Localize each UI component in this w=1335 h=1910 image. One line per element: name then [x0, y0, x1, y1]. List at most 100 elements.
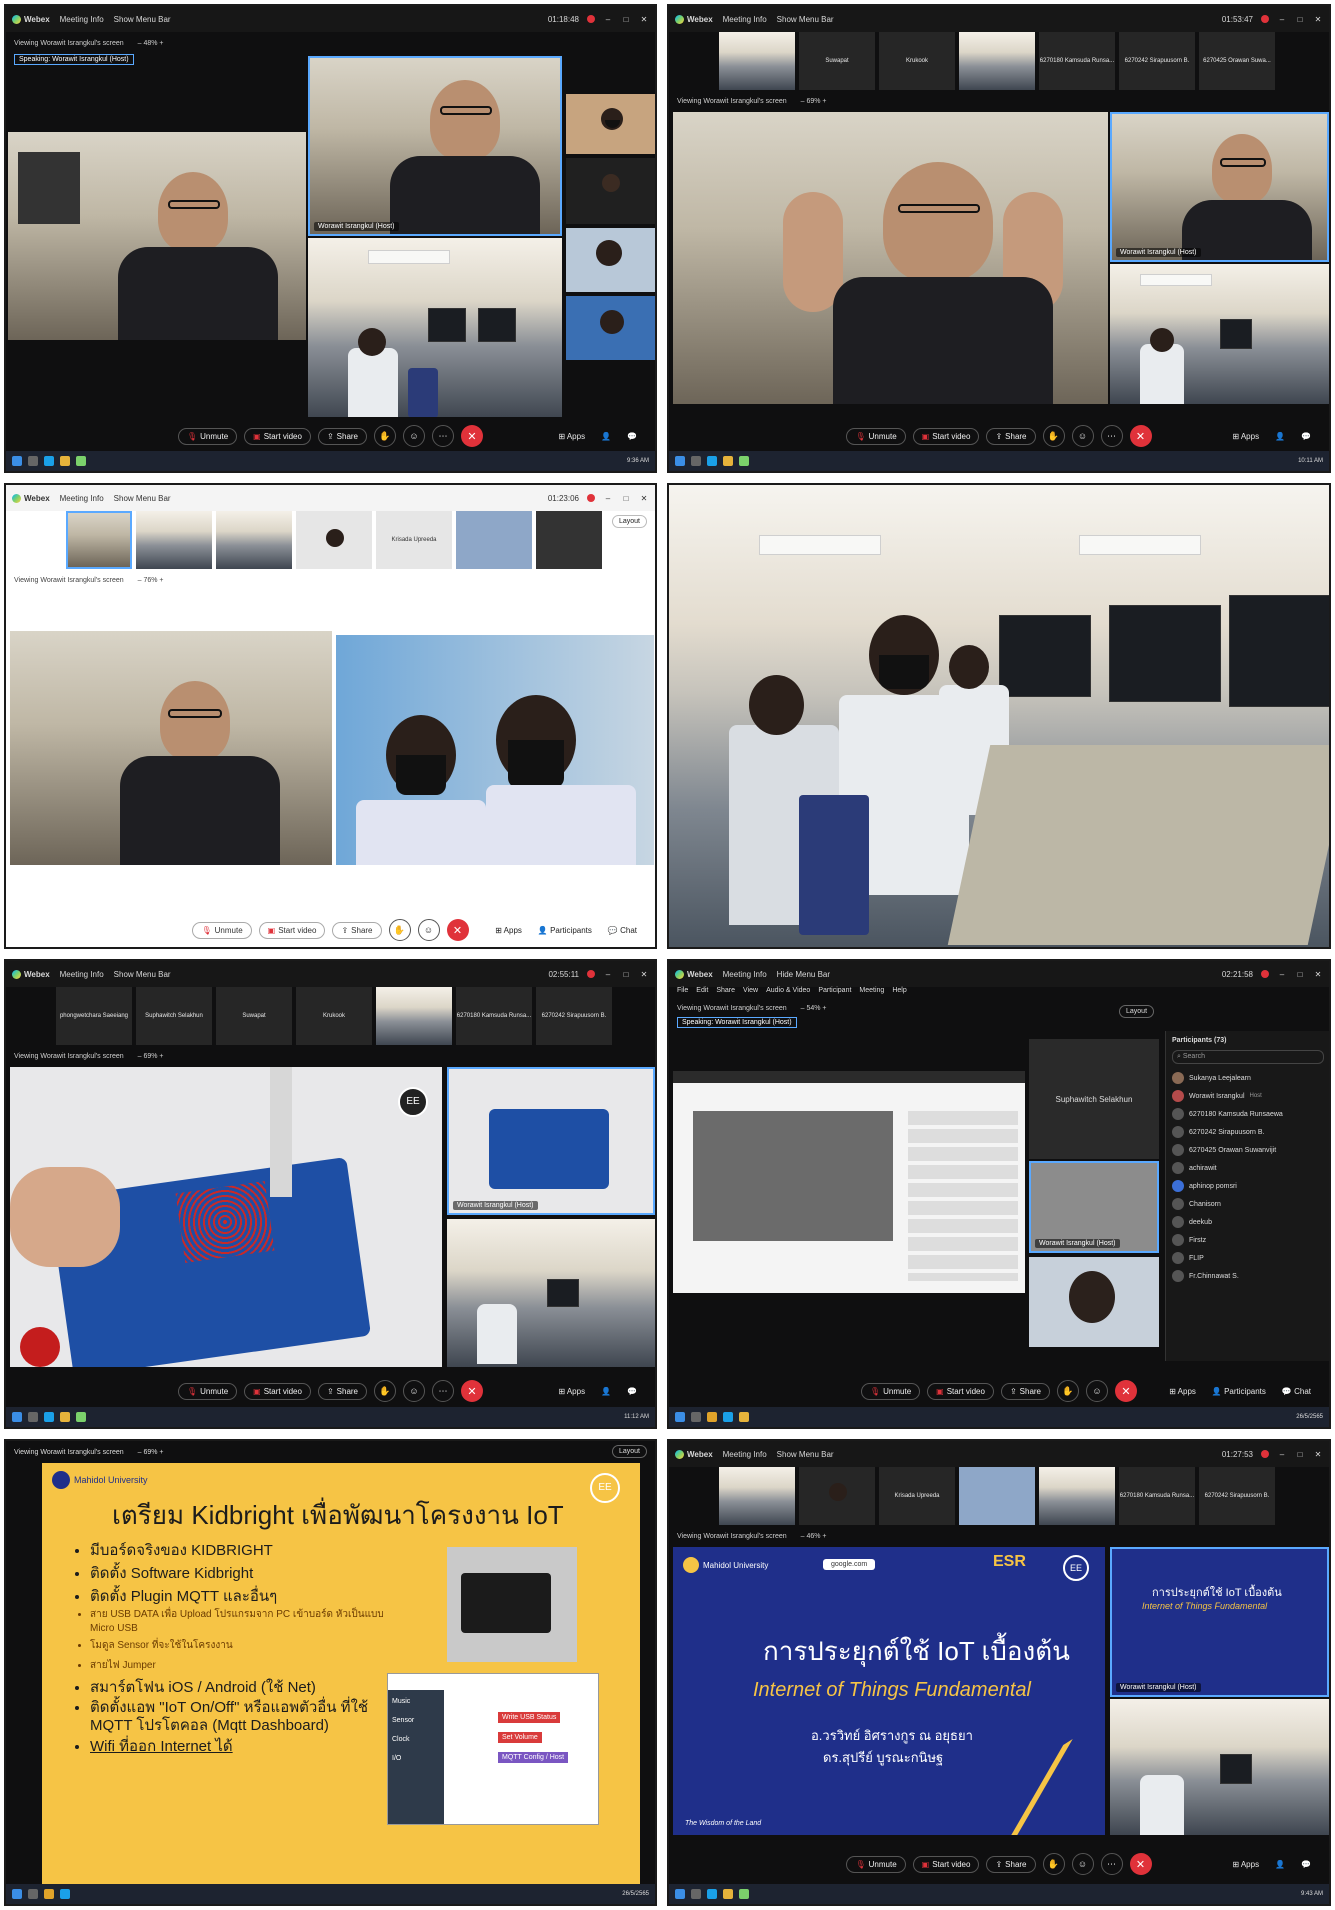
search-icon[interactable] [28, 456, 38, 466]
maximize-icon[interactable]: □ [621, 15, 631, 24]
search-icon[interactable] [28, 1889, 38, 1899]
chat-icon[interactable]: 💬 [627, 1387, 637, 1396]
participant-tile[interactable] [566, 228, 655, 292]
participant-strip-tile[interactable]: Suphawitch Selakhun [136, 987, 212, 1045]
apps-button[interactable]: ⊞ Apps [558, 1387, 585, 1396]
participant-strip-tile[interactable]: Krisada Upreeda [879, 1467, 955, 1525]
minimize-icon[interactable]: – [603, 15, 613, 24]
zoom-control[interactable]: – 69% + [138, 1053, 164, 1060]
windows-start-icon[interactable] [675, 1412, 685, 1422]
folder-icon[interactable] [723, 1889, 733, 1899]
participant-strip-tile[interactable] [376, 987, 452, 1045]
end-call-button[interactable]: ✕ [461, 425, 484, 447]
close-icon[interactable]: ✕ [639, 494, 649, 503]
participant-strip-tile[interactable]: Suwapat [216, 987, 292, 1045]
search-icon[interactable] [28, 1412, 38, 1422]
edge-icon[interactable] [723, 1412, 733, 1422]
meeting-info-button[interactable]: Meeting Info [60, 15, 104, 24]
minimize-icon[interactable]: – [1277, 1450, 1287, 1459]
apps-button[interactable]: ⊞ Apps [1232, 432, 1259, 441]
browser-share-pill[interactable]: google.com [823, 1559, 876, 1570]
webex-taskbar-icon[interactable] [76, 456, 86, 466]
kb-volume-block[interactable]: Set Volume [498, 1732, 542, 1743]
close-icon[interactable]: ✕ [1313, 970, 1323, 979]
start-video-button[interactable]: ▣ Start video [912, 1855, 980, 1873]
edge-icon[interactable] [707, 456, 717, 466]
participants-search[interactable]: ⌕ Search [1172, 1050, 1324, 1064]
start-video-button[interactable]: ▣ Start video [912, 427, 980, 445]
webex-taskbar-icon[interactable] [739, 1889, 749, 1899]
share-button[interactable]: ⇪ Share [986, 1855, 1036, 1873]
search-icon[interactable] [691, 1889, 701, 1899]
participant-strip-tile[interactable]: phongwetchara Saeeiang [56, 987, 132, 1045]
classroom-video-tile[interactable] [447, 1219, 655, 1367]
zoom-control[interactable]: – 48% + [138, 40, 164, 47]
participants-button[interactable]: 👤 Participants [1212, 1387, 1266, 1396]
classroom-video-tile[interactable] [1110, 264, 1329, 404]
unmute-button[interactable]: 🎙 Unmute [860, 1382, 921, 1400]
edge-icon[interactable] [44, 1412, 54, 1422]
chrome-icon[interactable] [44, 1889, 54, 1899]
apps-button[interactable]: ⊞ Apps [558, 432, 585, 441]
participant-row[interactable]: deekub [1172, 1216, 1324, 1228]
share-button[interactable]: ⇪ Share [986, 427, 1036, 445]
participant-strip-tile[interactable] [456, 511, 532, 569]
unmute-button[interactable]: 🎙 Unmute [192, 921, 252, 939]
participant-strip-tile[interactable]: 6270425 Orawan Suwa... [1199, 32, 1275, 90]
share-button[interactable]: ⇪ Share [317, 427, 368, 445]
chat-icon[interactable]: 💬 [1301, 1860, 1311, 1869]
participant-strip-tile[interactable] [959, 32, 1035, 90]
chat-icon[interactable]: 💬 [1301, 432, 1311, 441]
reactions-icon[interactable]: ☺ [417, 919, 440, 941]
classroom-video-tile[interactable] [308, 238, 562, 418]
participant-row[interactable]: 6270180 Kamsuda Runsaewa [1172, 1108, 1324, 1120]
start-video-button[interactable]: ▣ Start video [244, 1382, 311, 1400]
participant-strip-tile[interactable] [536, 511, 602, 569]
minimize-icon[interactable]: – [603, 970, 613, 979]
reactions-icon[interactable]: ☺ [403, 1380, 426, 1402]
close-icon[interactable]: ✕ [1313, 15, 1323, 24]
participant-strip-tile[interactable]: 6270242 Sirapuusorn B. [536, 987, 612, 1045]
unmute-button[interactable]: 🎙 Unmute [177, 427, 238, 445]
reactions-icon[interactable]: ☺ [1086, 1380, 1109, 1402]
end-call-button[interactable]: ✕ [1129, 1853, 1152, 1875]
share-button[interactable]: ⇪ Share [1000, 1382, 1051, 1400]
kb-menu-io[interactable]: I/O [392, 1755, 444, 1762]
show-menu-bar-button[interactable]: Show Menu Bar [777, 1450, 834, 1459]
windows-start-icon[interactable] [675, 1889, 685, 1899]
minimize-icon[interactable]: – [603, 494, 613, 503]
participant-row[interactable]: Worawit Israngkul Host [1172, 1090, 1324, 1102]
start-video-button[interactable]: ▣ Start video [244, 427, 311, 445]
chrome-icon[interactable] [707, 1412, 717, 1422]
maximize-icon[interactable]: □ [1295, 970, 1305, 979]
folder-icon[interactable] [739, 1412, 749, 1422]
participant-row[interactable]: achirawit [1172, 1162, 1324, 1174]
hide-menu-bar-button[interactable]: Hide Menu Bar [777, 970, 830, 979]
participant-strip-tile[interactable]: Krukook [879, 32, 955, 90]
maximize-icon[interactable]: □ [1295, 1450, 1305, 1459]
participant-strip-tile[interactable]: 6270180 Kamsuda Runsa... [1119, 1467, 1195, 1525]
maximize-icon[interactable]: □ [621, 970, 631, 979]
menu-item-meeting[interactable]: Meeting [859, 987, 884, 994]
participant-strip-tile[interactable] [719, 1467, 795, 1525]
participant-row[interactable]: 6270425 Orawan Suwanvijit [1172, 1144, 1324, 1156]
participant-row[interactable]: Sukanya Leejalearn [1172, 1072, 1324, 1084]
participant-strip-tile[interactable] [959, 1467, 1035, 1525]
more-icon[interactable]: ⋯ [1100, 425, 1123, 447]
classroom-video-tile[interactable] [1110, 1699, 1329, 1835]
minimize-icon[interactable]: – [1277, 15, 1287, 24]
meeting-info-button[interactable]: Meeting Info [60, 494, 104, 503]
participants-icon[interactable]: 👤 [1275, 1860, 1285, 1869]
participant-row[interactable]: Chanisorn [1172, 1198, 1324, 1210]
close-icon[interactable]: ✕ [639, 15, 649, 24]
menu-item-file[interactable]: File [677, 987, 688, 994]
show-menu-bar-button[interactable]: Show Menu Bar [777, 15, 834, 24]
windows-start-icon[interactable] [12, 1412, 22, 1422]
apps-button[interactable]: ⊞ Apps [1169, 1387, 1196, 1396]
apps-button[interactable]: ⊞ Apps [1232, 1860, 1259, 1869]
more-icon[interactable]: ⋯ [432, 1380, 455, 1402]
participants-icon[interactable]: 👤 [601, 432, 611, 441]
end-call-button[interactable]: ✕ [461, 1380, 484, 1402]
meeting-info-button[interactable]: Meeting Info [60, 970, 104, 979]
zoom-control[interactable]: – 76% + [138, 577, 164, 584]
